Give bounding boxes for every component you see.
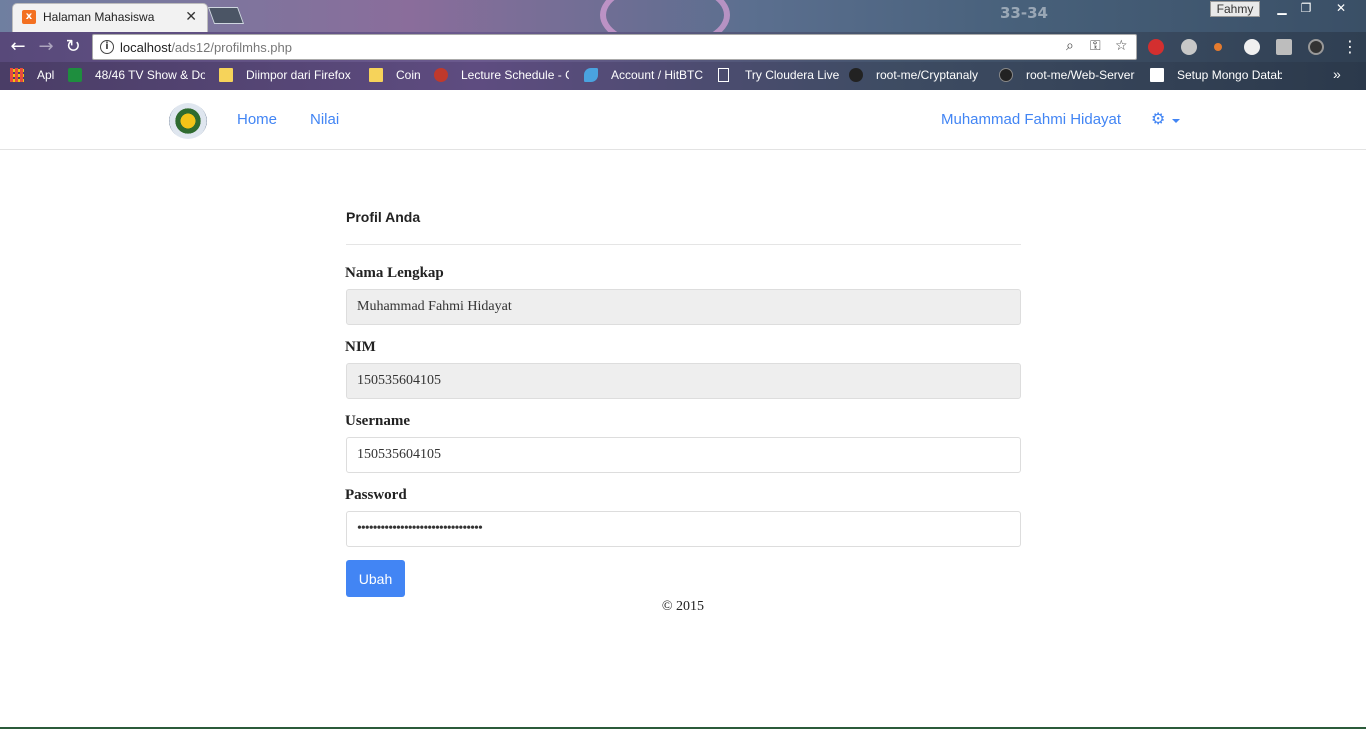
extension-tc-icon[interactable] — [1276, 39, 1292, 55]
page-icon — [1150, 68, 1164, 82]
nim-field[interactable]: 150535604105 — [346, 363, 1021, 399]
password-label: Password — [345, 487, 407, 503]
wallpaper-text: 33-34 — [1000, 4, 1048, 22]
nav-link-nilai[interactable]: Nilai — [310, 111, 339, 128]
full-name-field[interactable]: Muhammad Fahmi Hidayat — [346, 289, 1021, 325]
minimize-icon[interactable]: ▁ — [1270, 0, 1294, 18]
zoom-icon[interactable]: ⌕ — [1066, 38, 1074, 54]
url-path: /ads12/profilmhs.php — [171, 40, 292, 55]
tab-title: Halaman Mahasiswa — [43, 10, 155, 24]
extension-circle-icon[interactable] — [1244, 39, 1260, 55]
nav-user-name[interactable]: Muhammad Fahmi Hidayat — [941, 111, 1121, 128]
apple-icon — [434, 68, 448, 82]
nim-label: NIM — [345, 339, 376, 355]
back-arrow-icon[interactable]: ← — [8, 37, 28, 57]
address-bar[interactable]: i localhost/ads12/profilmhs.php ⌕ ⚿ ☆ — [92, 34, 1137, 60]
bookmark-coin[interactable]: Coin — [396, 68, 421, 82]
bookmarks-bar: Apl 48/46 TV Show & Do Diimpor dari Fire… — [0, 62, 1366, 90]
site-navbar: Home Nilai Muhammad Fahmi Hidayat ⚙ — [0, 90, 1366, 150]
footer-copyright: © 2015 — [661, 599, 705, 614]
sheets-icon — [68, 68, 82, 82]
extension-cloud-icon[interactable] — [1181, 39, 1197, 55]
browser-tab[interactable]: x Halaman Mahasiswa ✕ — [12, 3, 208, 32]
github-icon — [999, 68, 1013, 82]
bookmark-rootme-crypto[interactable]: root-me/Cryptanaly — [876, 68, 984, 82]
browser-title-bar: 33-34 x Halaman Mahasiswa ✕ Fahmy ▁ ❐ ✕ — [0, 0, 1366, 50]
info-icon[interactable]: i — [100, 40, 114, 54]
page-content: Home Nilai Muhammad Fahmi Hidayat ⚙ Prof… — [0, 90, 1366, 729]
nav-link-home[interactable]: Home — [237, 111, 277, 128]
password-field[interactable]: •••••••••••••••••••••••••••••••• — [346, 511, 1021, 547]
page-title: Profil Anda — [346, 209, 421, 225]
username-field[interactable]: 150535604105 — [346, 437, 1021, 473]
restore-icon[interactable]: ❐ — [1294, 0, 1318, 18]
more-bookmarks-icon[interactable]: » — [1333, 66, 1341, 82]
forward-arrow-icon[interactable]: → — [36, 37, 56, 57]
url-host: localhost — [120, 40, 172, 55]
bookmark-cloudera[interactable]: Try Cloudera Live — [745, 68, 839, 82]
bookmark-lecture-schedule[interactable]: Lecture Schedule - C — [461, 68, 569, 82]
url-text: localhost/ads12/profilmhs.php — [120, 40, 292, 55]
reload-icon[interactable]: ↻ — [63, 37, 83, 57]
tab-close-icon[interactable]: ✕ — [185, 8, 197, 25]
caret-down-icon[interactable] — [1172, 119, 1180, 123]
browser-toolbar: ← → ↻ i localhost/ads12/profilmhs.php ⌕ … — [0, 32, 1366, 62]
ubah-button[interactable]: Ubah — [346, 560, 405, 597]
key-icon[interactable]: ⚿ — [1090, 38, 1101, 54]
xampp-favicon-icon: x — [22, 10, 36, 24]
bookmark-rootme-web[interactable]: root-me/Web-Server — [1026, 68, 1136, 82]
shark-icon — [584, 68, 598, 82]
apps-grid-icon — [10, 68, 24, 82]
window-close-icon[interactable]: ✕ — [1320, 0, 1362, 18]
divider — [346, 244, 1021, 245]
extension-flame-icon[interactable] — [1214, 43, 1222, 51]
new-tab-button[interactable] — [207, 7, 245, 24]
adblock-plus-icon[interactable] — [1148, 39, 1164, 55]
browser-profile-button[interactable]: Fahmy — [1210, 1, 1260, 17]
settings-gear-icon[interactable]: ⚙ — [1151, 109, 1165, 128]
university-logo[interactable] — [169, 103, 207, 139]
bookmark-apps[interactable]: Apl — [37, 68, 54, 82]
bookmark-tv-show[interactable]: 48/46 TV Show & Do — [95, 68, 205, 82]
bird-icon — [849, 68, 863, 82]
full-name-label: Nama Lengkap — [345, 265, 444, 281]
chrome-menu-icon[interactable]: ⋮ — [1340, 37, 1360, 57]
folder-icon — [369, 68, 383, 82]
folder-icon — [219, 68, 233, 82]
bookmark-imported-firefox[interactable]: Diimpor dari Firefox — [246, 68, 351, 82]
star-icon[interactable]: ☆ — [1115, 38, 1128, 54]
bookmark-mongo[interactable]: Setup Mongo Datab — [1177, 68, 1282, 82]
username-label: Username — [345, 413, 410, 429]
page-icon — [718, 68, 729, 82]
bookmark-hitbtc[interactable]: Account / HitBTC — [611, 68, 703, 82]
extension-dark-icon[interactable] — [1308, 39, 1324, 55]
